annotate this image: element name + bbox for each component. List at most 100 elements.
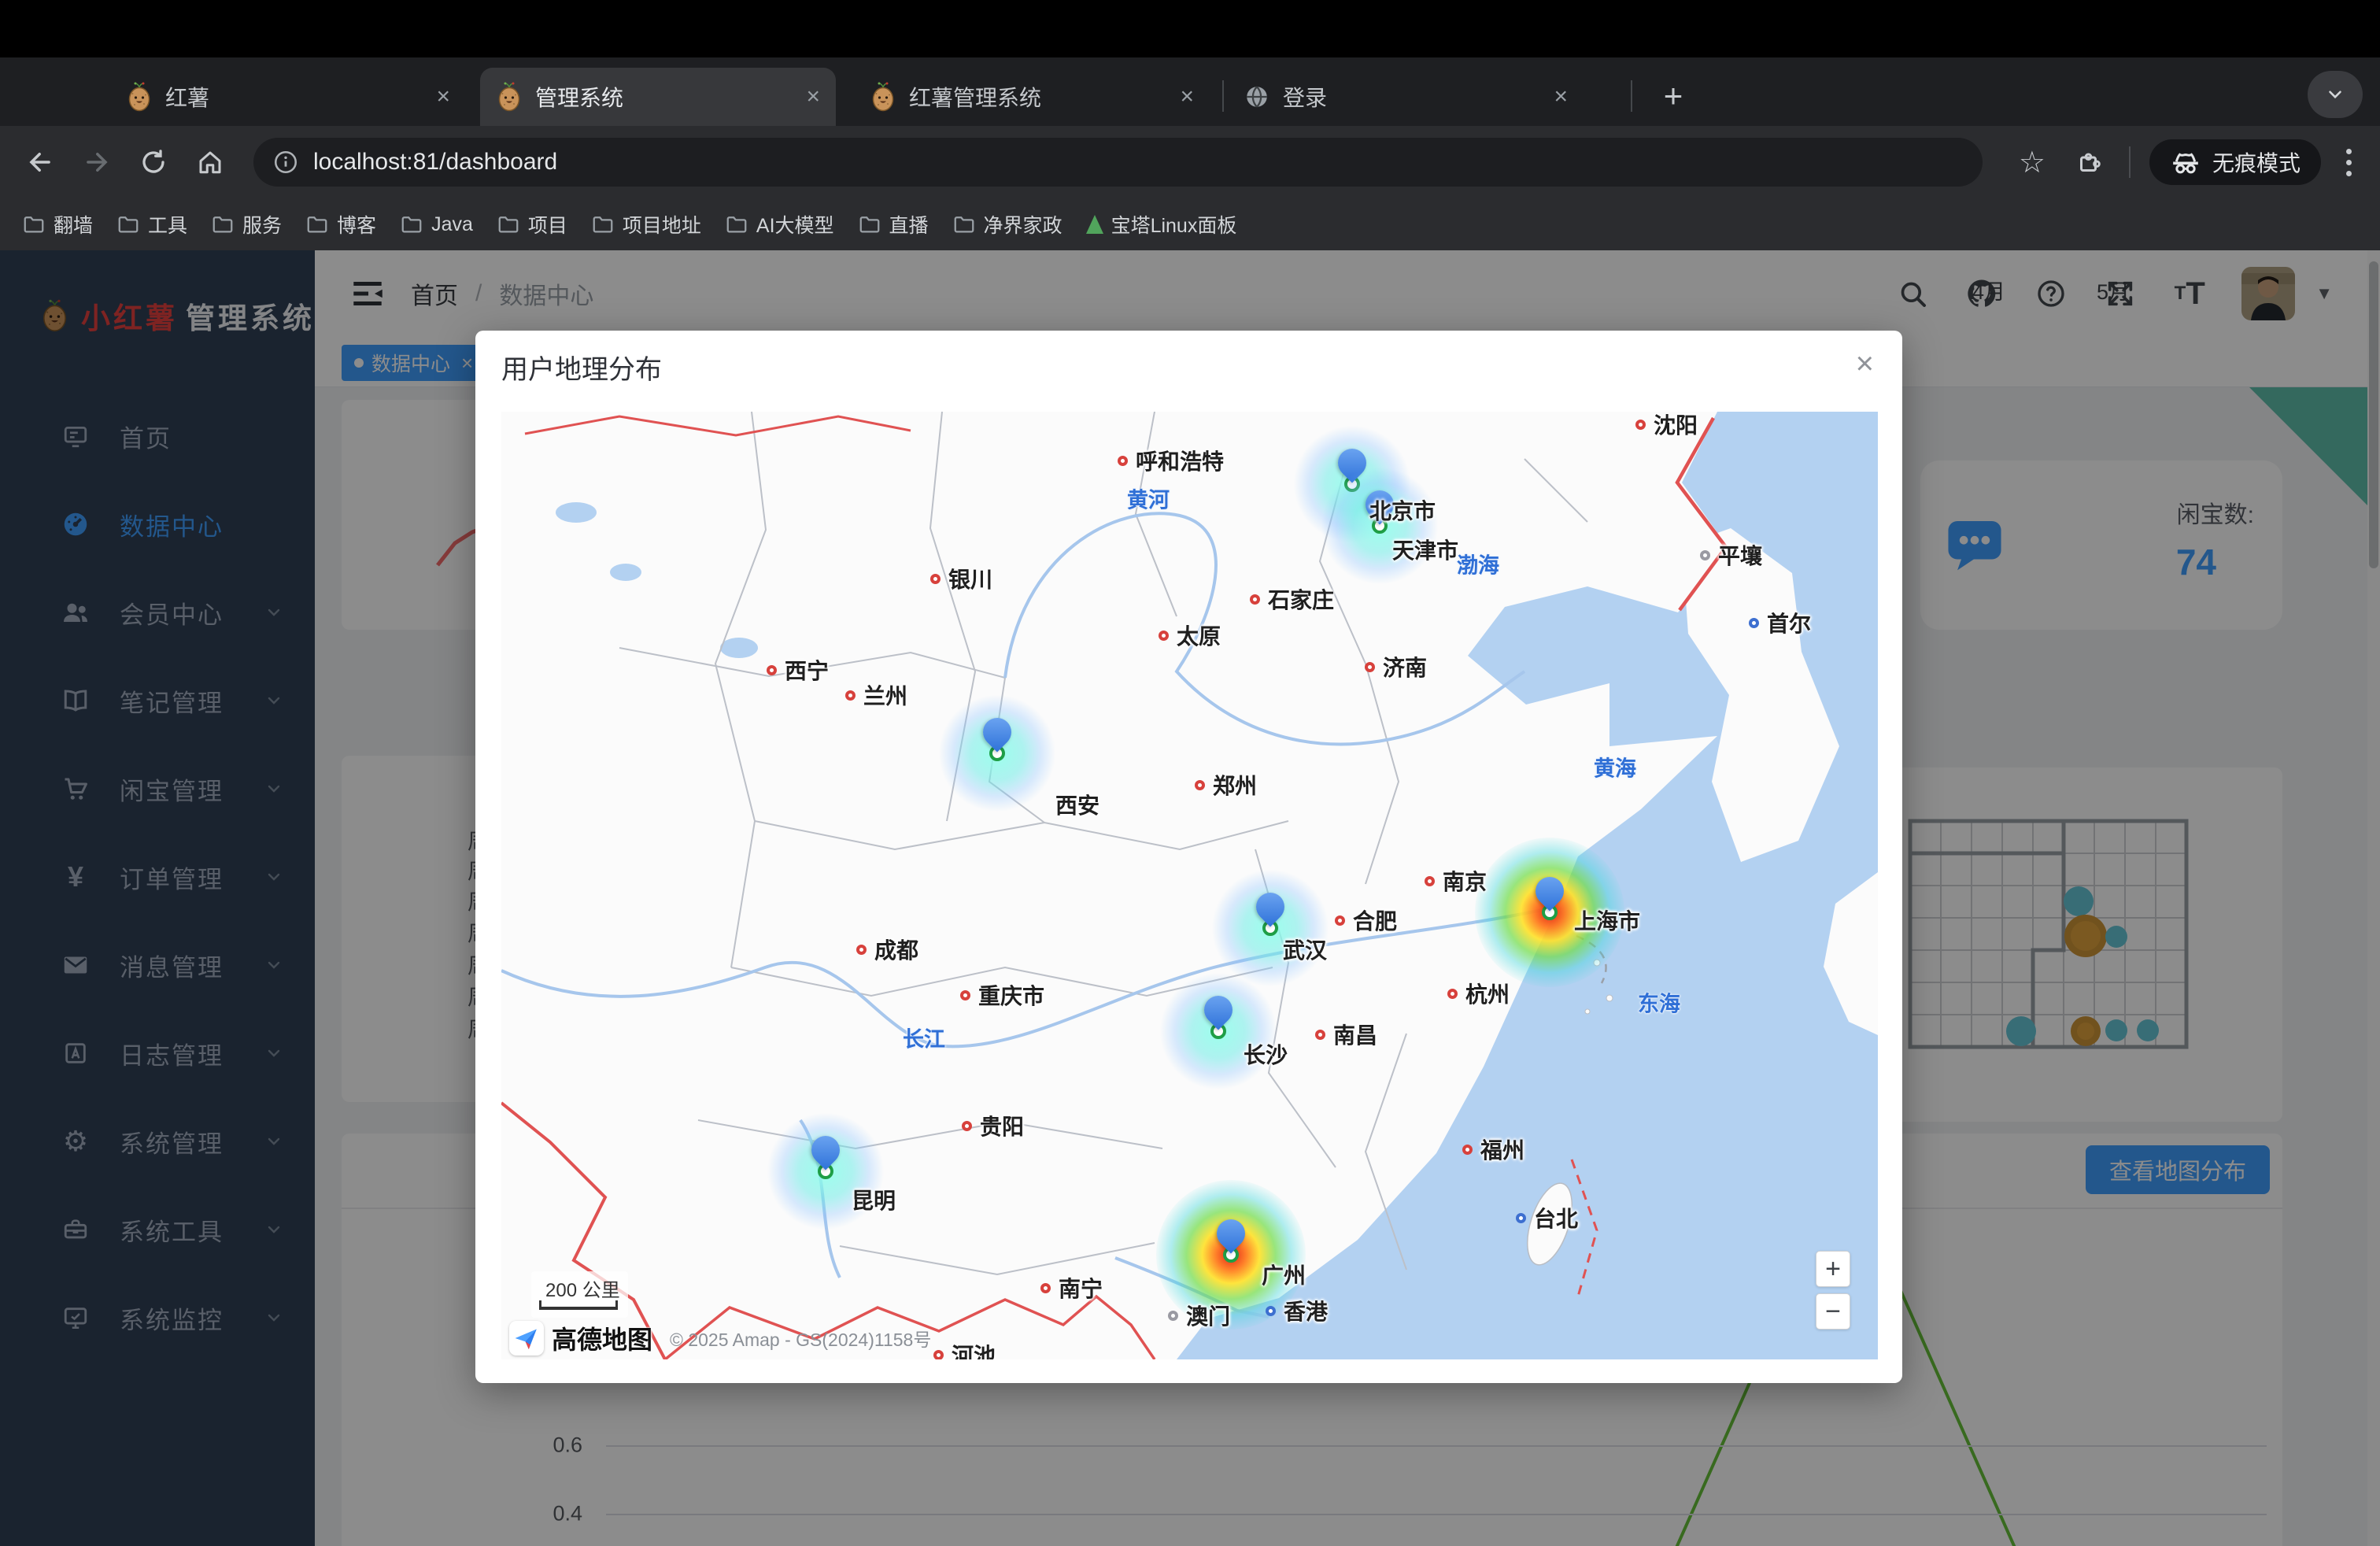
incognito-icon bbox=[2170, 146, 2201, 178]
chevron-down-icon bbox=[2325, 84, 2345, 105]
amap-logo-icon bbox=[509, 1321, 544, 1356]
bookmark-item[interactable]: 项目地址 bbox=[591, 210, 701, 239]
zoom-in-button[interactable]: + bbox=[1816, 1251, 1850, 1287]
folder-icon bbox=[400, 213, 423, 236]
potato-favicon-icon bbox=[126, 82, 153, 112]
tab-close-icon[interactable]: × bbox=[436, 83, 450, 110]
folder-icon bbox=[22, 213, 46, 236]
browser-tab-3[interactable]: 红薯管理系统 × bbox=[854, 68, 1210, 126]
map-scale: 200 公里 bbox=[531, 1271, 628, 1318]
city-label: 银川 bbox=[930, 563, 992, 594]
bookmark-item[interactable]: 宝塔Linux面板 bbox=[1086, 210, 1237, 239]
bookmark-item[interactable]: 博客 bbox=[305, 210, 376, 239]
city-dot-icon bbox=[960, 990, 970, 1000]
city-dot-icon bbox=[1700, 550, 1710, 560]
url-bar[interactable]: localhost:81/dashboard bbox=[253, 138, 1983, 187]
city-label: 沈阳 bbox=[1635, 412, 1698, 440]
bookmark-item[interactable]: 服务 bbox=[211, 210, 282, 239]
city-label: 北京市 bbox=[1369, 494, 1436, 526]
geo-distribution-modal: 用户地理分布 × bbox=[475, 331, 1902, 1383]
globe-favicon-icon bbox=[1244, 83, 1270, 110]
potato-favicon-icon bbox=[870, 82, 896, 112]
amap-brand: 高德地图 bbox=[552, 1320, 652, 1356]
back-button[interactable] bbox=[17, 139, 63, 185]
tab-close-icon[interactable]: × bbox=[1180, 83, 1194, 110]
city-dot-icon bbox=[933, 1350, 944, 1360]
water-label: 黄海 bbox=[1594, 752, 1636, 782]
incognito-label: 无痕模式 bbox=[2212, 146, 2301, 178]
folder-icon bbox=[305, 213, 329, 236]
city-label: 平壤 bbox=[1700, 539, 1762, 571]
bookmark-star-icon[interactable]: ☆ bbox=[2003, 145, 2061, 180]
bookmark-item[interactable]: 项目 bbox=[497, 210, 567, 239]
city-label: 贵阳 bbox=[962, 1110, 1024, 1141]
amap-map[interactable]: 沈阳 呼和浩特 平壤 bbox=[501, 412, 1878, 1359]
tab-close-icon[interactable]: × bbox=[1554, 83, 1568, 110]
city-label: 石家庄 bbox=[1250, 583, 1334, 615]
toolbar-divider bbox=[2129, 146, 2131, 178]
home-button[interactable] bbox=[187, 139, 233, 185]
water-label: 渤海 bbox=[1457, 549, 1499, 579]
modal-title: 用户地理分布 bbox=[501, 348, 662, 386]
site-info-icon[interactable] bbox=[272, 149, 299, 176]
tab-search-button[interactable] bbox=[2308, 71, 2363, 118]
city-label: 南昌 bbox=[1315, 1019, 1377, 1050]
city-label: 成都 bbox=[856, 934, 918, 965]
folder-icon bbox=[497, 213, 520, 236]
folder-icon bbox=[952, 213, 976, 236]
bookmark-item[interactable]: 工具 bbox=[116, 210, 187, 239]
city-dot-icon bbox=[1462, 1145, 1473, 1155]
tab-title: 红薯管理系统 bbox=[909, 81, 1170, 113]
city-dot-icon bbox=[1159, 631, 1169, 641]
tab-divider bbox=[1222, 80, 1224, 112]
browser-menu-icon[interactable] bbox=[2332, 149, 2366, 176]
folder-icon bbox=[211, 213, 235, 236]
city-label: 天津市 bbox=[1392, 534, 1458, 565]
new-tab-button[interactable]: + bbox=[1651, 76, 1695, 117]
reload-button[interactable] bbox=[131, 139, 176, 185]
tab-title: 登录 bbox=[1283, 81, 1544, 113]
city-dot-icon bbox=[1749, 618, 1759, 628]
city-dot-icon bbox=[930, 574, 941, 584]
incognito-badge: 无痕模式 bbox=[2149, 139, 2321, 185]
water-label: 黄河 bbox=[1127, 483, 1170, 514]
city-label: 昆明 bbox=[852, 1184, 896, 1215]
city-label: 西安 bbox=[1055, 789, 1099, 820]
bookmark-item[interactable]: 直播 bbox=[858, 210, 929, 239]
city-dot-icon bbox=[1447, 989, 1458, 999]
browser-tabstrip: 红薯 × 管理系统 × 红薯管理系统 × 登录 × + bbox=[0, 57, 2380, 126]
city-label: 长沙 bbox=[1244, 1038, 1288, 1070]
tab-close-icon[interactable]: × bbox=[806, 83, 820, 110]
water-label: 长江 bbox=[903, 1023, 945, 1053]
city-label: 兰州 bbox=[845, 679, 907, 711]
city-dot-icon bbox=[767, 665, 777, 675]
browser-tab-4[interactable]: 登录 × bbox=[1228, 68, 1584, 126]
url-text[interactable]: localhost:81/dashboard bbox=[313, 149, 557, 176]
bookmark-item[interactable]: 净界家政 bbox=[952, 210, 1062, 239]
city-label: 呼和浩特 bbox=[1118, 445, 1224, 476]
folder-icon bbox=[858, 213, 881, 236]
bookmark-item[interactable]: Java bbox=[400, 213, 473, 236]
bookmark-item[interactable]: AI大模型 bbox=[725, 210, 834, 239]
bookmark-item[interactable]: 翻墙 bbox=[22, 210, 93, 239]
pagoda-icon bbox=[1086, 215, 1103, 234]
city-dot-icon bbox=[1365, 662, 1375, 672]
city-dot-icon bbox=[845, 690, 856, 701]
city-dot-icon bbox=[1635, 420, 1646, 430]
city-label: 合肥 bbox=[1335, 904, 1397, 936]
browser-tab-2-active[interactable]: 管理系统 × bbox=[480, 68, 836, 126]
bookmarks-bar: 翻墙 工具 服务 博客 Java bbox=[0, 198, 2380, 250]
forward-button[interactable] bbox=[74, 139, 120, 185]
city-dot-icon bbox=[1425, 876, 1435, 886]
zoom-out-button[interactable]: − bbox=[1816, 1293, 1850, 1330]
folder-icon bbox=[116, 213, 140, 236]
city-dot-icon bbox=[1266, 1306, 1276, 1316]
city-label: 西宁 bbox=[767, 654, 829, 686]
city-dot-icon bbox=[1195, 780, 1205, 790]
map-copyright: © 2025 Amap - GS(2024)1158号 bbox=[670, 1325, 931, 1352]
city-label: 杭州 bbox=[1447, 978, 1510, 1009]
city-label: 太原 bbox=[1159, 620, 1221, 651]
browser-tab-1[interactable]: 红薯 × bbox=[110, 68, 466, 126]
modal-close-icon[interactable]: × bbox=[1856, 346, 1874, 382]
extensions-icon[interactable] bbox=[2061, 148, 2118, 176]
